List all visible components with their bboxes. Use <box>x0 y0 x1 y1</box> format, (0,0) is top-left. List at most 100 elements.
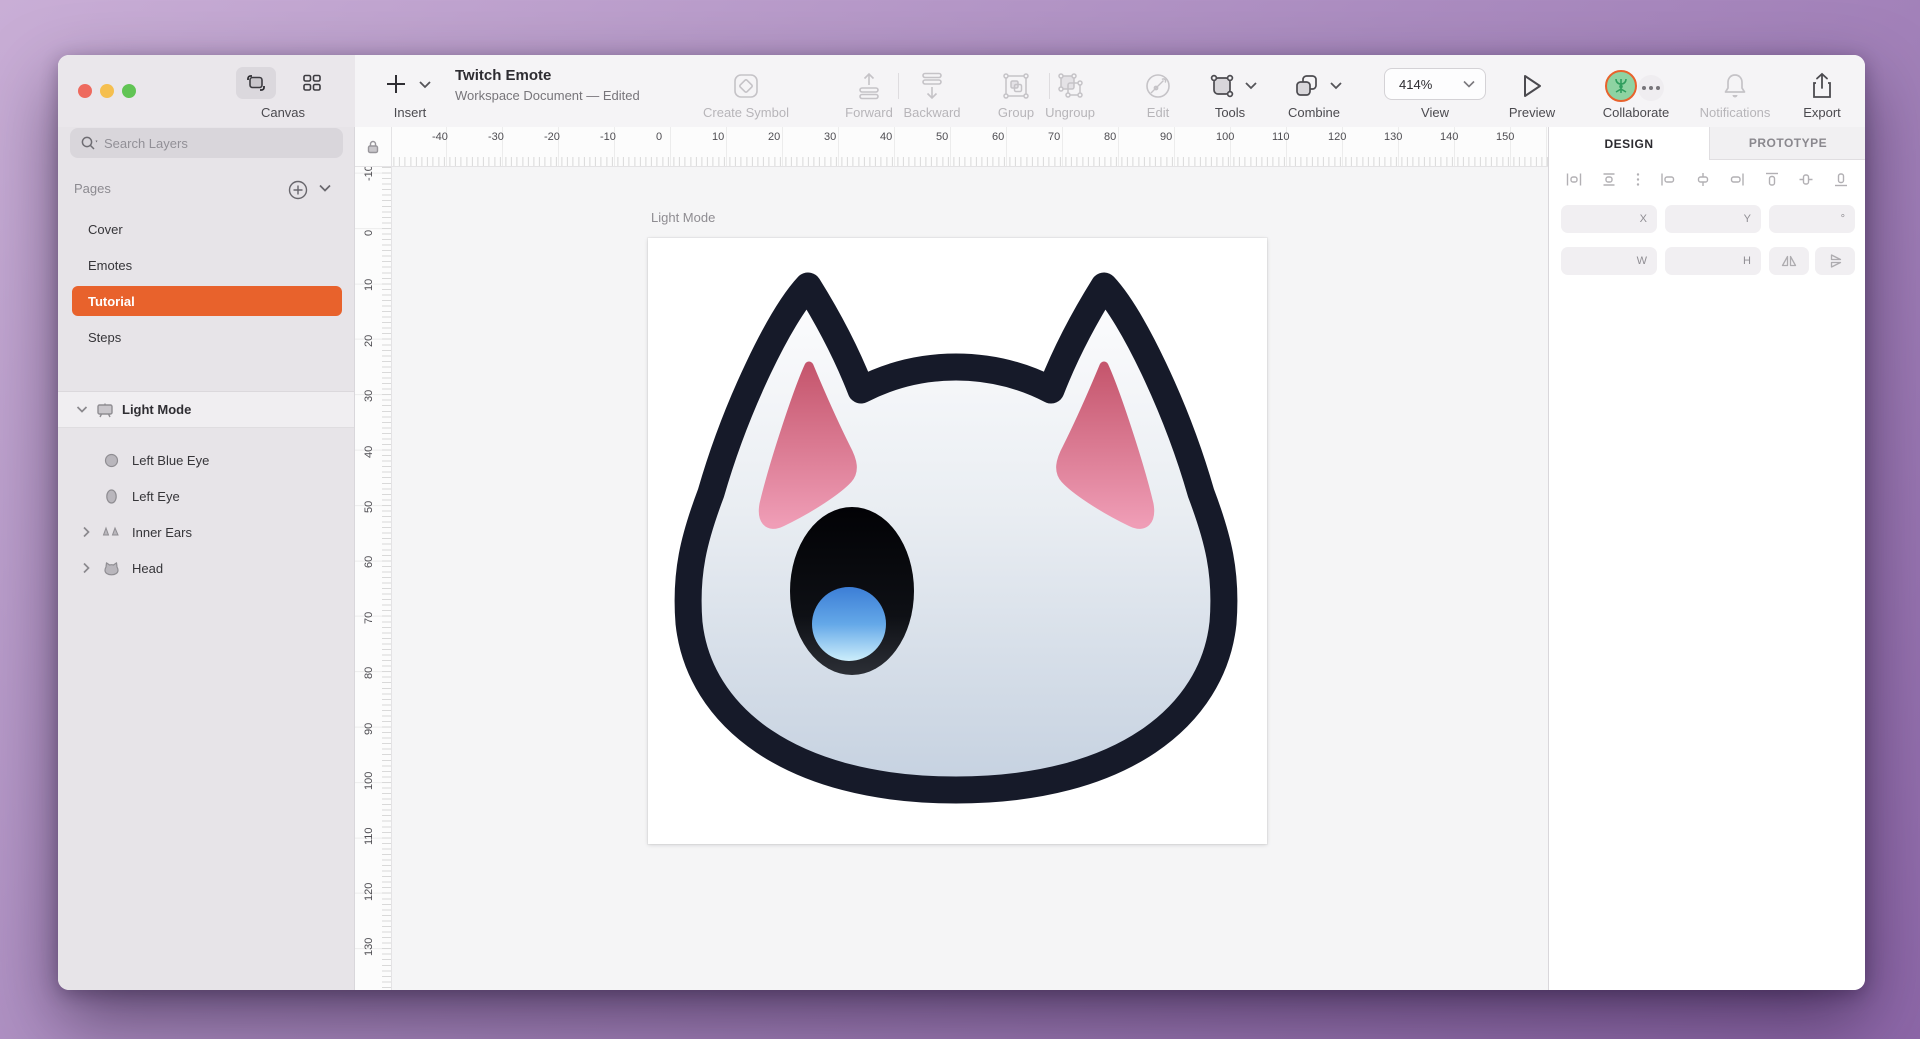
export-button[interactable] <box>1808 71 1836 101</box>
tab-prototype[interactable]: PROTOTYPE <box>1709 127 1865 160</box>
h-ruler-label: 10 <box>712 131 724 143</box>
canvas-view-icon <box>246 74 266 92</box>
close-window-button[interactable] <box>78 84 92 98</box>
h-ruler-label: 30 <box>824 131 836 143</box>
height-field[interactable]: H <box>1665 247 1761 275</box>
layer-item-left-blue-eye[interactable]: Left Blue Eye <box>58 442 354 478</box>
y-position-field[interactable]: Y <box>1665 205 1761 233</box>
expand-chevron-icon[interactable] <box>82 526 94 538</box>
h-ruler-label: 70 <box>1048 131 1060 143</box>
horizontal-ruler[interactable]: -40-30-20-100102030405060708090100110120… <box>392 127 1548 167</box>
v-ruler-label: 130 <box>363 938 375 956</box>
artboard-name: Light Mode <box>122 402 191 417</box>
align-center-horizontally-button[interactable] <box>1694 171 1712 188</box>
add-page-button[interactable] <box>287 179 309 201</box>
v-ruler-label: 50 <box>363 501 375 513</box>
document-title-block: Twitch Emote Workspace Document — Edited <box>455 67 640 103</box>
page-item-emotes[interactable]: Emotes <box>72 250 342 280</box>
preview-label: Preview <box>1509 105 1555 120</box>
expand-chevron-icon[interactable] <box>82 562 94 574</box>
artboard-expand-chevron[interactable] <box>76 405 88 414</box>
export-label: Export <box>1803 105 1841 120</box>
v-ruler-label: 70 <box>363 612 375 624</box>
collaborate-more-button[interactable] <box>1638 75 1664 101</box>
page-item-tutorial[interactable]: Tutorial <box>72 286 342 316</box>
tidy-button[interactable] <box>1634 171 1642 188</box>
layer-item-head[interactable]: Head <box>58 550 354 586</box>
search-layers-field[interactable] <box>70 128 343 158</box>
notifications-button[interactable] <box>1721 71 1749 101</box>
zoom-window-button[interactable] <box>122 84 136 98</box>
align-right-button[interactable] <box>1728 171 1746 188</box>
artboard-title[interactable]: Light Mode <box>651 210 715 225</box>
tab-design[interactable]: DESIGN <box>1549 127 1709 160</box>
layer-item-inner-ears[interactable]: Inner Ears <box>58 514 354 550</box>
edit-label: Edit <box>1147 105 1169 120</box>
x-position-field[interactable]: X <box>1561 205 1657 233</box>
distribute-horizontally-button[interactable] <box>1565 171 1583 188</box>
v-ruler-label: 90 <box>363 722 375 734</box>
components-grid-icon <box>302 73 322 93</box>
cat-shape-icon <box>102 561 120 576</box>
view-label: View <box>1421 105 1449 120</box>
page-item-steps[interactable]: Steps <box>72 322 342 352</box>
vertical-ruler[interactable]: -100102030405060708090100110120130 <box>355 167 392 990</box>
distribute-vertically-button[interactable] <box>1600 171 1618 188</box>
pages-collapse-chevron[interactable] <box>318 183 332 193</box>
v-ruler-label: 30 <box>363 390 375 402</box>
v-ruler-label: 110 <box>363 828 375 846</box>
rotation-field[interactable]: ° <box>1769 205 1855 233</box>
zoom-level-dropdown[interactable]: 414% <box>1384 68 1486 100</box>
edit-button[interactable] <box>1143 71 1173 101</box>
v-ruler-label: 20 <box>363 335 375 347</box>
components-view-toggle[interactable] <box>294 67 330 99</box>
align-left-button[interactable] <box>1659 171 1677 188</box>
collaborator-avatar[interactable] <box>1605 70 1637 102</box>
v-ruler-label: 40 <box>363 445 375 457</box>
h-ruler-label: 90 <box>1160 131 1172 143</box>
combine-button[interactable] <box>1291 71 1345 101</box>
flip-vertical-button[interactable] <box>1815 247 1855 275</box>
tools-button[interactable] <box>1208 71 1260 101</box>
width-field[interactable]: W <box>1561 247 1657 275</box>
align-middle-vertically-button[interactable] <box>1797 171 1815 188</box>
minimize-window-button[interactable] <box>100 84 114 98</box>
artboard-icon <box>96 402 114 418</box>
layer-item-artboard-light-mode[interactable]: Light Mode <box>58 392 354 428</box>
move-forward-button[interactable] <box>854 71 884 101</box>
preview-button[interactable] <box>1519 71 1545 101</box>
search-input[interactable] <box>104 136 304 151</box>
document-title: Twitch Emote <box>455 67 640 84</box>
h-ruler-label: 140 <box>1440 131 1458 143</box>
zoom-level-value: 414% <box>1399 77 1432 92</box>
canvas-view-toggle[interactable] <box>236 67 276 99</box>
move-backward-button[interactable] <box>917 71 947 101</box>
cat-left-pupil <box>812 587 886 661</box>
h-ruler-label: 110 <box>1272 131 1290 143</box>
cat-emote-drawing[interactable] <box>648 238 1267 844</box>
document-subtitle: Workspace Document — Edited <box>455 88 640 103</box>
align-top-button[interactable] <box>1763 171 1781 188</box>
create-symbol-button[interactable] <box>731 71 761 101</box>
layer-item-left-eye[interactable]: Left Eye <box>58 478 354 514</box>
oval-shape-icon <box>102 488 120 505</box>
group-button[interactable] <box>1001 71 1031 101</box>
page-item-cover[interactable]: Cover <box>72 214 342 244</box>
h-ruler-label: -30 <box>488 131 504 143</box>
canvas-area[interactable]: -40-30-20-100102030405060708090100110120… <box>355 127 1548 990</box>
artboard-light-mode[interactable] <box>648 238 1267 844</box>
insert-button[interactable] <box>384 71 432 99</box>
inspector-panel: DESIGN PROTOTYPE <box>1548 127 1865 990</box>
ungroup-button[interactable] <box>1055 71 1085 101</box>
v-ruler-label: -10 <box>363 167 375 181</box>
v-ruler-label: 120 <box>363 882 375 900</box>
v-ruler-label: 80 <box>363 667 375 679</box>
h-ruler-label: 150 <box>1496 131 1514 143</box>
backward-label: Backward <box>903 105 960 120</box>
flip-horizontal-button[interactable] <box>1769 247 1809 275</box>
combine-label: Combine <box>1288 105 1340 120</box>
align-bottom-button[interactable] <box>1832 171 1850 188</box>
h-ruler-label: 50 <box>936 131 948 143</box>
h-ruler-label: 20 <box>768 131 780 143</box>
insert-label: Insert <box>394 105 427 120</box>
